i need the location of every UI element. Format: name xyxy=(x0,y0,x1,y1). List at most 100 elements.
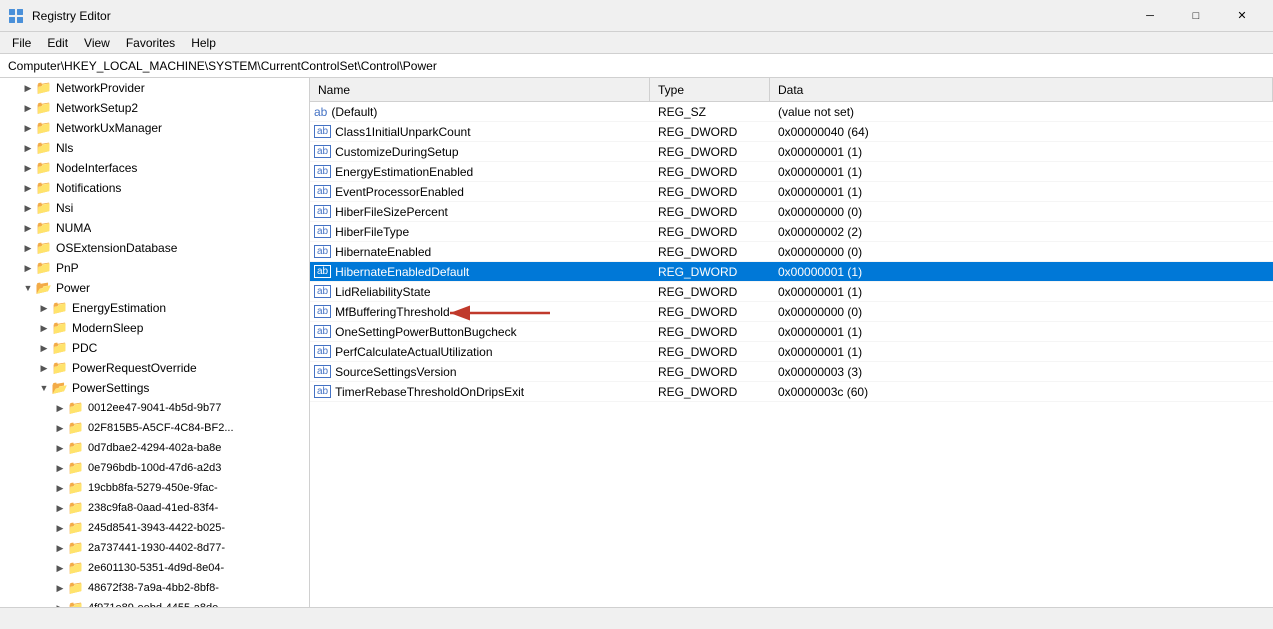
expander-icon: ▶ xyxy=(52,400,68,416)
expander-icon: ▶ xyxy=(52,580,68,596)
app-icon xyxy=(8,8,24,24)
maximize-button[interactable]: □ xyxy=(1173,0,1219,32)
tree-item-notifications[interactable]: ▶ 📁 Notifications xyxy=(0,178,309,198)
title-bar-left: Registry Editor xyxy=(8,8,111,24)
menu-favorites[interactable]: Favorites xyxy=(118,34,183,52)
tree-item-numa[interactable]: ▶ 📁 NUMA xyxy=(0,218,309,238)
folder-icon: 📁 xyxy=(52,300,68,316)
folder-icon: 📁 xyxy=(68,460,84,476)
reg-sz-icon: ab xyxy=(314,105,327,119)
address-bar: Computer\HKEY_LOCAL_MACHINE\SYSTEM\Curre… xyxy=(0,54,1273,78)
tree-label: ModernSleep xyxy=(72,321,143,335)
value-name: ab EventProcessorEnabled xyxy=(310,185,650,199)
col-header-type[interactable]: Type xyxy=(650,78,770,101)
tree-item-guid3[interactable]: ▶ 📁 0d7dbae2-4294-402a-ba8e xyxy=(0,438,309,458)
tree-item-guid10[interactable]: ▶ 📁 48672f38-7a9a-4bb2-8bf8- xyxy=(0,578,309,598)
tree-item-guid2[interactable]: ▶ 📁 02F815B5-A5CF-4C84-BF2... xyxy=(0,418,309,438)
tree-item-powerrequestoverride[interactable]: ▶ 📁 PowerRequestOverride xyxy=(0,358,309,378)
value-row-sourcesettingsversion[interactable]: ab SourceSettingsVersion REG_DWORD 0x000… xyxy=(310,362,1273,382)
tree-item-guid11[interactable]: ▶ 📁 4f971e89-eebd-4455-a8de- xyxy=(0,598,309,607)
tree-label: PDC xyxy=(72,341,97,355)
tree-item-nsi[interactable]: ▶ 📁 Nsi xyxy=(0,198,309,218)
tree-label: Power xyxy=(56,281,90,295)
value-row-mfbufferingthreshold[interactable]: ab MfBufferingThreshold REG_DWORD 0x0000… xyxy=(310,302,1273,322)
tree-item-nodeinterfaces[interactable]: ▶ 📁 NodeInterfaces xyxy=(0,158,309,178)
menu-view[interactable]: View xyxy=(76,34,118,52)
reg-dword-icon: ab xyxy=(314,245,331,258)
tree-label: 238c9fa8-0aad-41ed-83f4- xyxy=(88,502,218,514)
value-row-energyestimationenabled[interactable]: ab EnergyEstimationEnabled REG_DWORD 0x0… xyxy=(310,162,1273,182)
tree-item-networkuxmanager[interactable]: ▶ 📁 NetworkUxManager xyxy=(0,118,309,138)
expander-icon: ▶ xyxy=(20,180,36,196)
value-type: REG_DWORD xyxy=(650,165,770,179)
tree-item-guid1[interactable]: ▶ 📁 0012ee47-9041-4b5d-9b77 xyxy=(0,398,309,418)
tree-item-pdc[interactable]: ▶ 📁 PDC xyxy=(0,338,309,358)
value-row-customizeduringsetup[interactable]: ab CustomizeDuringSetup REG_DWORD 0x0000… xyxy=(310,142,1273,162)
expander-icon: ▶ xyxy=(20,200,36,216)
value-row-lidreliabilitystate[interactable]: ab LidReliabilityState REG_DWORD 0x00000… xyxy=(310,282,1273,302)
value-type: REG_DWORD xyxy=(650,205,770,219)
tree-label: Nsi xyxy=(56,201,73,215)
value-name: ab HiberFileType xyxy=(310,225,650,239)
tree-label: EnergyEstimation xyxy=(72,301,166,315)
tree-item-modernsleep[interactable]: ▶ 📁 ModernSleep xyxy=(0,318,309,338)
tree-item-guid9[interactable]: ▶ 📁 2e601130-5351-4d9d-8e04- xyxy=(0,558,309,578)
value-data: 0x0000003c (60) xyxy=(770,385,1273,399)
value-data: 0x00000000 (0) xyxy=(770,205,1273,219)
menu-help[interactable]: Help xyxy=(183,34,224,52)
tree-label: Nls xyxy=(56,141,73,155)
folder-icon: 📁 xyxy=(36,160,52,176)
value-row-hibernateenableddefault[interactable]: ab HibernateEnabledDefault REG_DWORD 0x0… xyxy=(310,262,1273,282)
tree-item-energyestimation[interactable]: ▶ 📁 EnergyEstimation xyxy=(0,298,309,318)
value-row-onesettingpowerbuttonbugcheck[interactable]: ab OneSettingPowerButtonBugcheck REG_DWO… xyxy=(310,322,1273,342)
reg-dword-icon: ab xyxy=(314,385,331,398)
folder-icon: 📁 xyxy=(68,420,84,436)
value-row-perfcalculate[interactable]: ab PerfCalculateActualUtilization REG_DW… xyxy=(310,342,1273,362)
close-button[interactable]: ✕ xyxy=(1219,0,1265,32)
tree-item-guid5[interactable]: ▶ 📁 19cbb8fa-5279-450e-9fac- xyxy=(0,478,309,498)
tree-item-pnp[interactable]: ▶ 📁 PnP xyxy=(0,258,309,278)
value-row-class1[interactable]: ab Class1InitialUnparkCount REG_DWORD 0x… xyxy=(310,122,1273,142)
value-row-hiberfilesizepercent[interactable]: ab HiberFileSizePercent REG_DWORD 0x0000… xyxy=(310,202,1273,222)
menu-file[interactable]: File xyxy=(4,34,39,52)
reg-dword-icon: ab xyxy=(314,265,331,278)
menu-bar: File Edit View Favorites Help xyxy=(0,32,1273,54)
value-data: 0x00000003 (3) xyxy=(770,365,1273,379)
tree-item-guid4[interactable]: ▶ 📁 0e796bdb-100d-47d6-a2d3 xyxy=(0,458,309,478)
value-type: REG_DWORD xyxy=(650,225,770,239)
tree-item-guid7[interactable]: ▶ 📁 245d8541-3943-4422-b025- xyxy=(0,518,309,538)
tree-item-networkprovider[interactable]: ▶ 📁 NetworkProvider xyxy=(0,78,309,98)
tree-item-guid6[interactable]: ▶ 📁 238c9fa8-0aad-41ed-83f4- xyxy=(0,498,309,518)
window-title: Registry Editor xyxy=(32,9,111,23)
value-row-hibernateenabled[interactable]: ab HibernateEnabled REG_DWORD 0x00000000… xyxy=(310,242,1273,262)
folder-icon: 📁 xyxy=(36,260,52,276)
column-headers: Name Type Data xyxy=(310,78,1273,102)
tree-item-nls[interactable]: ▶ 📁 Nls xyxy=(0,138,309,158)
tree-label: PowerSettings xyxy=(72,381,149,395)
menu-edit[interactable]: Edit xyxy=(39,34,76,52)
reg-dword-icon: ab xyxy=(314,285,331,298)
value-type: REG_DWORD xyxy=(650,245,770,259)
tree-panel: ▶ 📁 NetworkProvider ▶ 📁 NetworkSetup2 ▶ … xyxy=(0,78,310,607)
tree-item-guid8[interactable]: ▶ 📁 2a737441-1930-4402-8d77- xyxy=(0,538,309,558)
col-header-data[interactable]: Data xyxy=(770,78,1273,101)
value-row-default[interactable]: ab (Default) REG_SZ (value not set) xyxy=(310,102,1273,122)
expander-icon: ▶ xyxy=(36,360,52,376)
value-data: 0x00000001 (1) xyxy=(770,145,1273,159)
folder-icon: 📁 xyxy=(68,560,84,576)
tree-item-networksetup2[interactable]: ▶ 📁 NetworkSetup2 xyxy=(0,98,309,118)
reg-dword-icon: ab xyxy=(314,345,331,358)
minimize-button[interactable]: ─ xyxy=(1127,0,1173,32)
value-row-eventprocessorenabled[interactable]: ab EventProcessorEnabled REG_DWORD 0x000… xyxy=(310,182,1273,202)
tree-label: OSExtensionDatabase xyxy=(56,241,177,255)
value-row-hiberfiletype[interactable]: ab HiberFileType REG_DWORD 0x00000002 (2… xyxy=(310,222,1273,242)
value-row-timerrebase[interactable]: ab TimerRebaseThresholdOnDripsExit REG_D… xyxy=(310,382,1273,402)
folder-icon: 📁 xyxy=(52,360,68,376)
col-header-name[interactable]: Name xyxy=(310,78,650,101)
expander-icon: ▶ xyxy=(20,240,36,256)
tree-item-osextensiondb[interactable]: ▶ 📁 OSExtensionDatabase xyxy=(0,238,309,258)
value-type: REG_DWORD xyxy=(650,345,770,359)
tree-item-powersettings[interactable]: ▼ 📂 PowerSettings xyxy=(0,378,309,398)
tree-item-power[interactable]: ▼ 📂 Power xyxy=(0,278,309,298)
expander-icon: ▶ xyxy=(52,520,68,536)
